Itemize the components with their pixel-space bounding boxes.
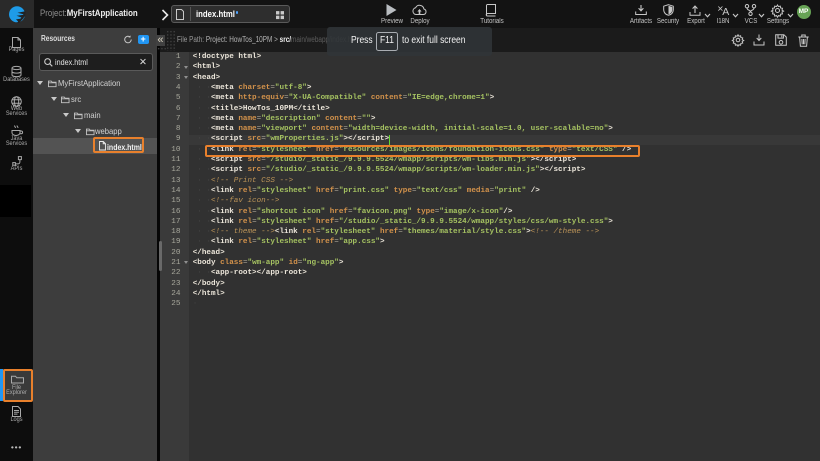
svg-text:A: A bbox=[722, 6, 729, 18]
